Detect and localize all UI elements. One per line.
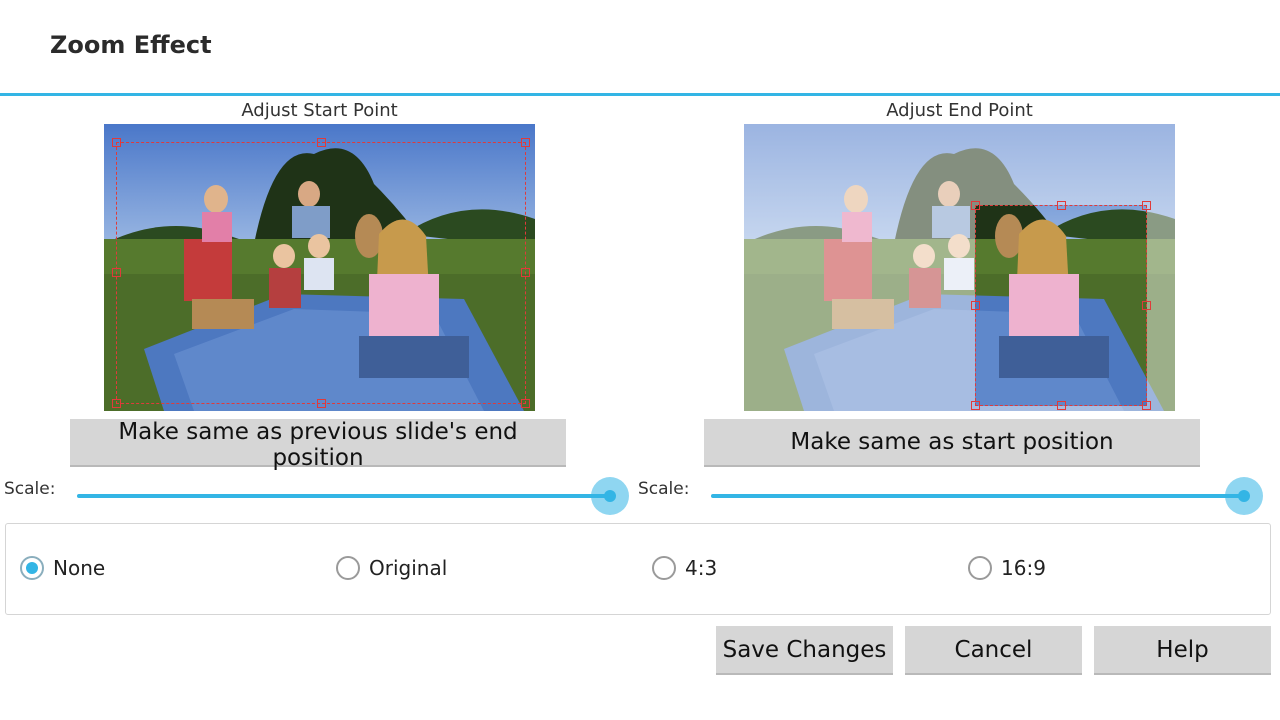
start-scale-thumb[interactable] [591,477,629,515]
start-scale-label: Scale: [4,479,56,499]
match-previous-end-button[interactable]: Make same as previous slide's end positi… [70,419,566,471]
aspect-ratio-group: None Original 4:3 16:9 [5,523,1271,615]
crop-handle-icon[interactable] [521,399,530,408]
crop-handle-icon[interactable] [1057,401,1066,410]
radio-option-label: None [53,556,106,580]
crop-handle-icon[interactable] [317,399,326,408]
crop-handle-icon[interactable] [521,138,530,147]
start-crop-box[interactable] [116,142,526,404]
help-button[interactable]: Help [1094,626,1271,675]
crop-handle-icon[interactable] [521,268,530,277]
crop-handle-icon[interactable] [112,268,121,277]
crop-handle-icon[interactable] [1142,201,1151,210]
end-scale-label: Scale: [638,479,690,499]
radio-button-icon[interactable] [652,556,676,580]
cancel-button[interactable]: Cancel [905,626,1082,675]
end-scale-thumb[interactable] [1225,477,1263,515]
radio-button-icon[interactable] [968,556,992,580]
save-changes-button[interactable]: Save Changes [716,626,893,675]
crop-handle-icon[interactable] [1142,401,1151,410]
crop-handle-icon[interactable] [1057,201,1066,210]
end-scale-slider[interactable] [711,494,1244,498]
radio-option-16-9[interactable]: 16:9 [968,556,1046,580]
dialog-title: Zoom Effect [50,31,212,59]
crop-handle-icon[interactable] [112,399,121,408]
match-start-position-button[interactable]: Make same as start position [704,419,1200,467]
crop-handle-icon[interactable] [971,201,980,210]
crop-handle-icon[interactable] [112,138,121,147]
radio-button-icon[interactable] [336,556,360,580]
radio-option-none[interactable]: None [20,556,105,580]
radio-option-4-3[interactable]: 4:3 [652,556,717,580]
radio-option-label: 16:9 [1001,556,1046,580]
radio-option-label: Original [369,556,448,580]
end-crop-box[interactable] [975,205,1147,406]
title-divider [0,93,1280,96]
radio-button-icon[interactable] [20,556,44,580]
crop-handle-icon[interactable] [1142,301,1151,310]
crop-handle-icon[interactable] [317,138,326,147]
radio-option-label: 4:3 [685,556,718,580]
crop-handle-icon[interactable] [971,401,980,410]
radio-option-original[interactable]: Original [336,556,447,580]
end-point-label: Adjust End Point [886,100,1033,121]
crop-handle-icon[interactable] [971,301,980,310]
start-point-label: Adjust Start Point [241,100,398,121]
start-scale-slider[interactable] [77,494,610,498]
